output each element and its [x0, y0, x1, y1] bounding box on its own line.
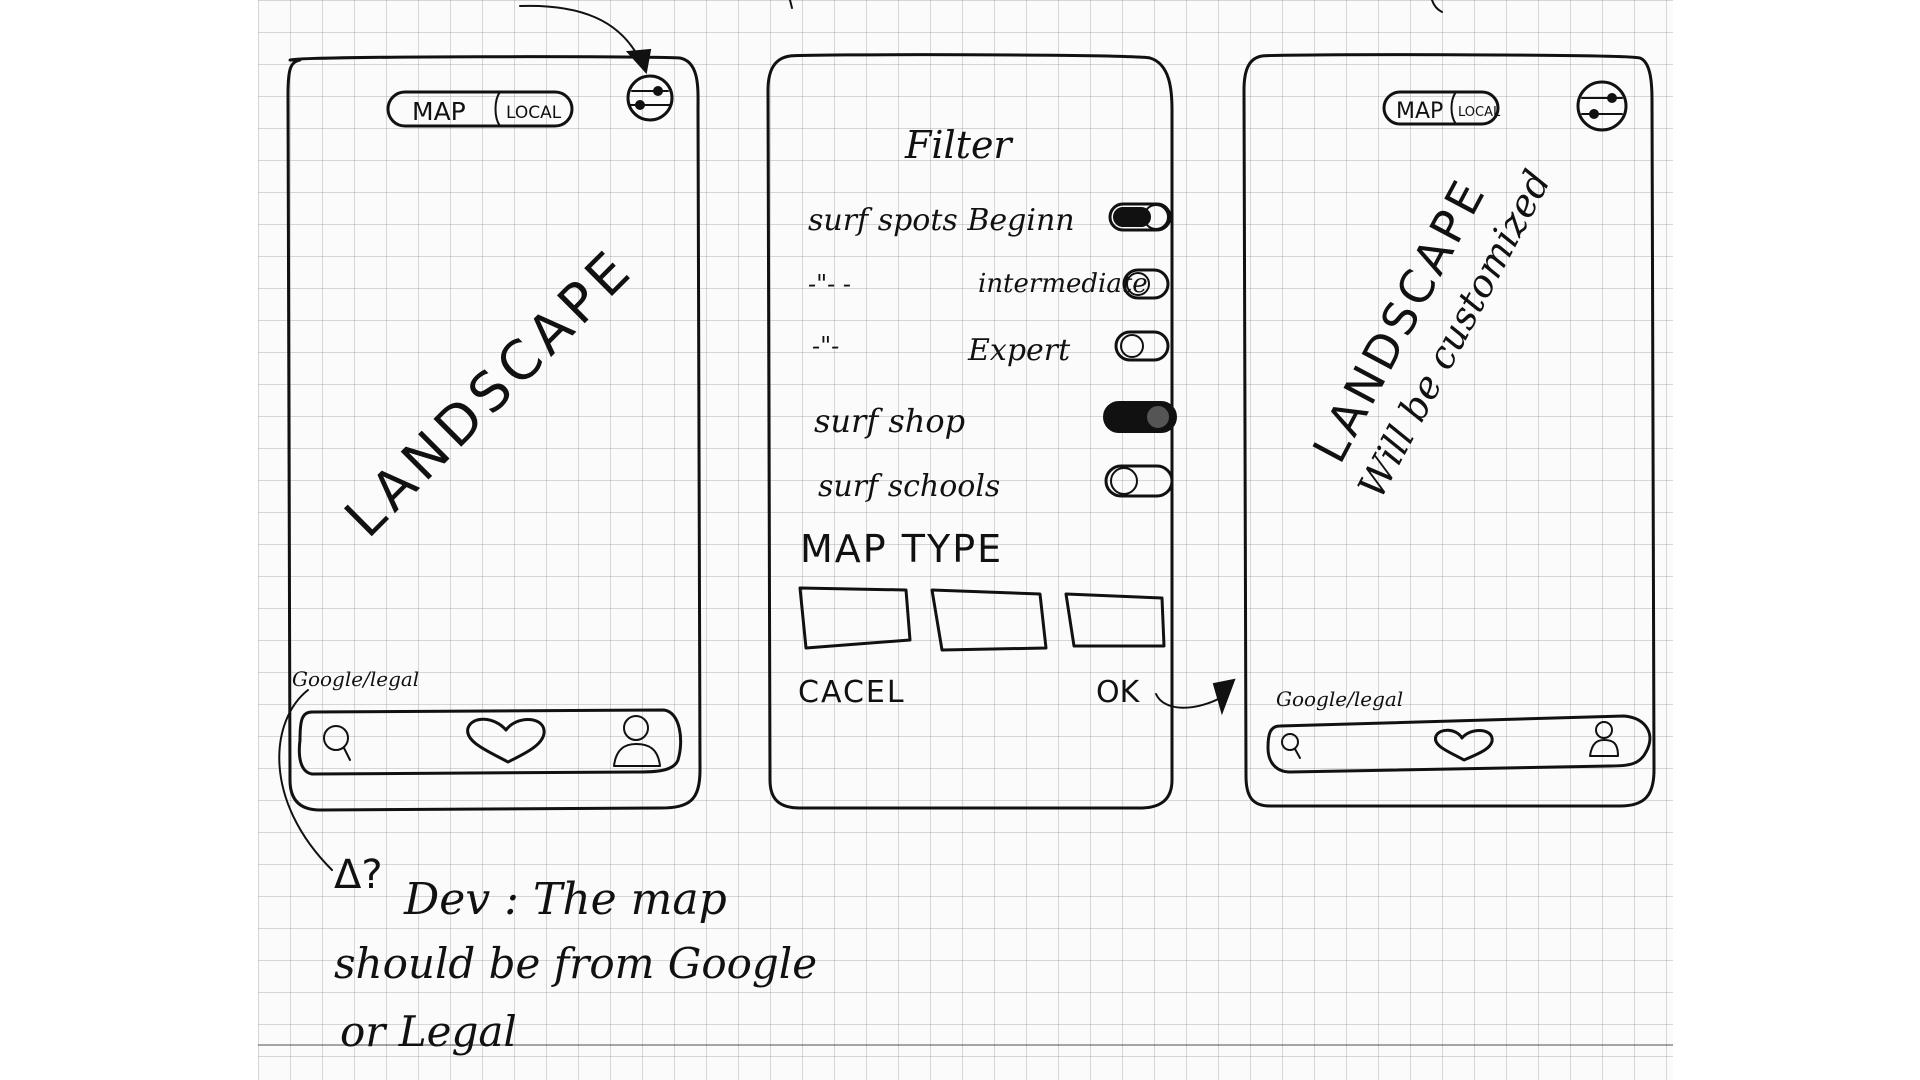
toggle-expert[interactable]: [1114, 330, 1170, 362]
filter-title: Filter: [904, 123, 1014, 167]
screen-3-heart-icon[interactable]: [1433, 728, 1494, 762]
screen-3-search-icon[interactable]: [1281, 733, 1301, 759]
filter-row-beginner: surf spots Beginn: [808, 202, 1172, 238]
screen-3-map-local-toggle[interactable]: MAP LOCAL: [1382, 90, 1501, 126]
note-pointer-line: [278, 689, 333, 871]
filter-row-expert: -"- Expert: [812, 330, 1170, 368]
filter-row-intermediate: -"- - intermediate: [808, 268, 1170, 300]
screen-1-tab-local[interactable]: LOCAL: [506, 103, 562, 123]
screen-3-filter-sliders-icon[interactable]: [1576, 80, 1628, 132]
screen-1-profile-icon[interactable]: [613, 715, 661, 767]
screen-3-tab-local[interactable]: LOCAL: [1458, 105, 1501, 120]
dev-note: Δ? Dev : The map should be from Google o…: [278, 689, 817, 1056]
map-type-option-1[interactable]: [798, 586, 912, 650]
screen-1-tab-map[interactable]: MAP: [412, 97, 466, 126]
filter-label-surf-shop: surf shop: [814, 402, 965, 440]
screen-3-phone: MAP LOCAL LANDSCAPE Will be customized G…: [1242, 53, 1656, 808]
screen-1-attribution: Google/legal: [292, 667, 419, 691]
toggle-surf-shop[interactable]: [1103, 401, 1177, 433]
screen-3-profile-icon[interactable]: [1589, 721, 1619, 757]
filter-label-intermediate: intermediate: [978, 269, 1148, 299]
screen-3-tab-map[interactable]: MAP: [1396, 99, 1443, 124]
sketch-canvas: MAP LOCAL LANDSCAPE Google/legal Filter …: [278, 0, 1656, 1056]
filter-label-beginner: surf spots Beginn: [808, 203, 1075, 238]
screen-1-landscape-label: LANDSCAPE: [333, 236, 646, 549]
ok-arrow: [1155, 678, 1236, 716]
screen-1-filter-sliders-icon[interactable]: [626, 74, 674, 122]
screen-1-search-icon[interactable]: [323, 725, 351, 761]
screen-3-attribution: Google/legal: [1276, 687, 1403, 711]
filter-label-surf-schools: surf schools: [818, 469, 1000, 504]
note-line-1: Dev : The map: [403, 874, 727, 925]
screen-1-heart-icon[interactable]: [466, 717, 546, 764]
filter-label-expert: Expert: [967, 333, 1071, 368]
filter-prefix-expert: -"-: [812, 332, 839, 360]
filter-row-surf-shop: surf shop: [814, 401, 1177, 440]
screen-3-bottom-nav: [1266, 714, 1652, 774]
ok-button[interactable]: OK: [1096, 675, 1141, 710]
screen-1-map-local-toggle[interactable]: MAP LOCAL: [386, 90, 574, 128]
filter-prefix-intermediate: -"- -: [808, 270, 851, 298]
filter-row-surf-schools: surf schools: [818, 464, 1174, 504]
map-type-option-3[interactable]: [1064, 592, 1166, 648]
note-marker: Δ?: [334, 852, 383, 898]
note-line-2: should be from Google: [334, 939, 817, 988]
toggle-surf-schools[interactable]: [1104, 464, 1174, 498]
screen-2-phone: Filter surf spots Beginn -"- - intermedi…: [766, 53, 1236, 810]
map-type-heading: MAP TYPE: [800, 527, 1003, 571]
note-line-3: or Legal: [340, 1007, 517, 1056]
toggle-beginner[interactable]: [1108, 202, 1172, 232]
screen-1-bottom-nav: [297, 708, 683, 776]
annotation-arrow-top: [519, 0, 1443, 75]
map-type-options: [798, 586, 1166, 652]
map-type-option-2[interactable]: [930, 588, 1048, 652]
cancel-button[interactable]: CACEL: [798, 675, 906, 710]
screen-1-phone: MAP LOCAL LANDSCAPE Google/legal: [286, 55, 702, 812]
